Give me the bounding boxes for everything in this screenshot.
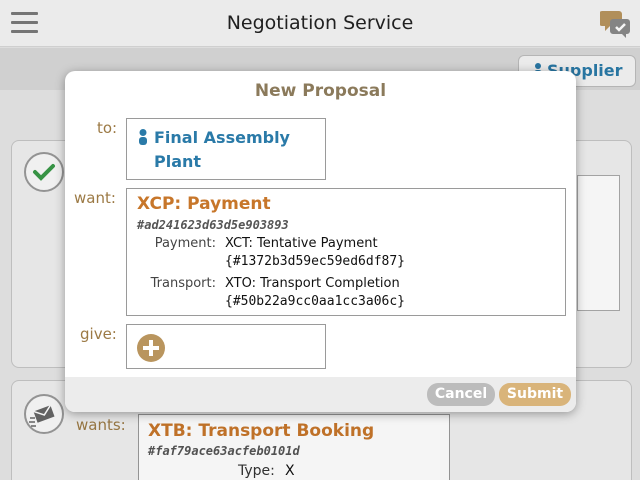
transport-value: XTO: Transport Completion — [225, 276, 400, 291]
cancel-button[interactable]: Cancel — [427, 383, 495, 406]
add-give-item-icon[interactable] — [137, 334, 165, 362]
want-field[interactable]: XCP: Payment #ad241623d63d5e903893 Payme… — [126, 188, 566, 316]
new-proposal-dialog: New Proposal to: Final Assembly Plant wa… — [65, 71, 576, 412]
give-label: give: — [80, 325, 117, 343]
payment-row-value: XCT: Tentative Payment {#1372b3d59ec59ed… — [225, 235, 405, 271]
recipient-name: Final Assembly Plant — [154, 128, 290, 171]
payment-row-label: Payment: — [154, 236, 216, 251]
submit-button[interactable]: Submit — [499, 383, 571, 406]
to-label: to: — [97, 119, 118, 137]
want-label: want: — [74, 189, 116, 207]
transport-ref: {#50b22a9cc0aa1cc3a06c} — [225, 294, 406, 309]
recipient-field[interactable]: Final Assembly Plant — [126, 118, 326, 180]
transport-row-label: Transport: — [150, 276, 216, 291]
person-icon — [138, 129, 148, 145]
give-field — [126, 324, 326, 369]
payment-ref: {#1372b3d59ec59ed6df87} — [225, 254, 406, 269]
payment-value: XCT: Tentative Payment — [225, 236, 378, 251]
want-hash: #ad241623d63d5e903893 — [137, 218, 289, 232]
want-title: XCP: Payment — [137, 194, 271, 214]
transport-row-value: XTO: Transport Completion {#50b22a9cc0aa… — [225, 275, 405, 311]
dialog-title: New Proposal — [254, 81, 387, 101]
